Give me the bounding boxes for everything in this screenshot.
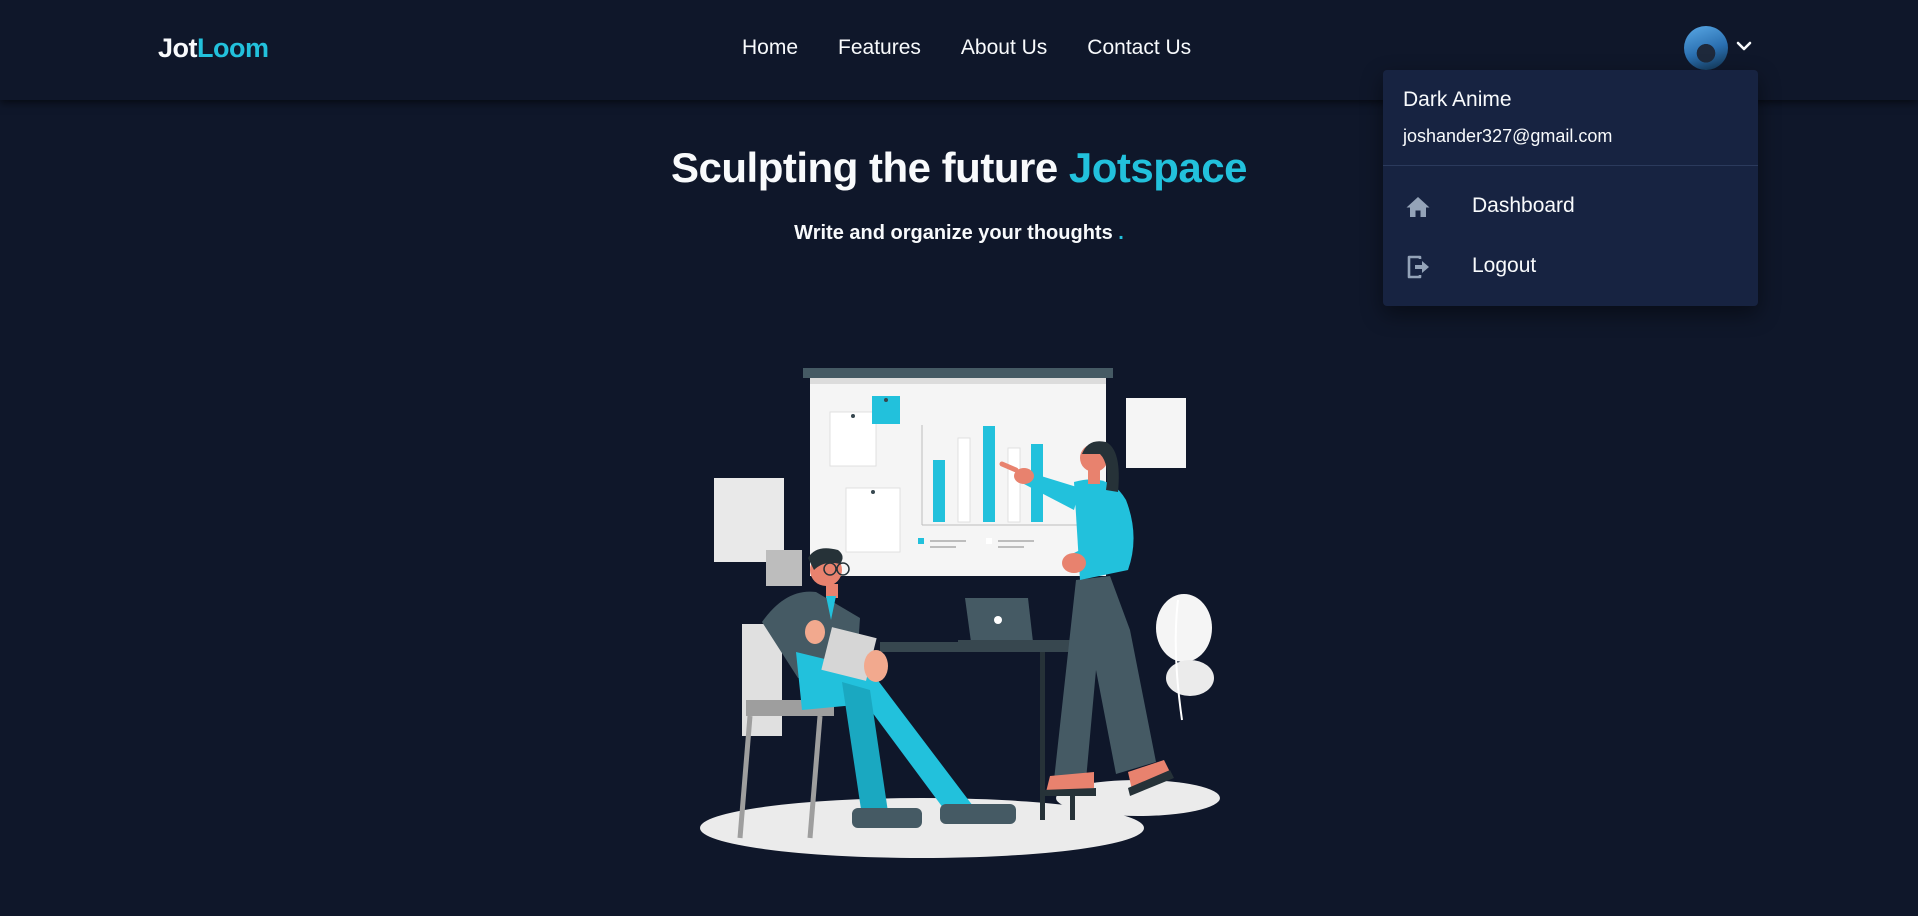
hero-title-main: Sculpting the future: [671, 144, 1058, 191]
brand-logo-part1: Jot: [158, 33, 198, 63]
user-name: Dark Anime: [1403, 88, 1512, 111]
brand-logo[interactable]: JotLoom: [158, 33, 269, 64]
menu-item-logout-label: Logout: [1472, 254, 1537, 277]
nav-link-home[interactable]: Home: [742, 36, 798, 60]
logout-icon: [1407, 255, 1429, 279]
menu-item-dashboard-label: Dashboard: [1472, 194, 1575, 217]
hero-illustration: [700, 368, 1220, 858]
dropdown-divider: [1383, 165, 1758, 166]
nav-link-contact-us[interactable]: Contact Us: [1087, 36, 1191, 60]
nav-link-about-us[interactable]: About Us: [961, 36, 1047, 60]
brand-logo-part2: Loom: [197, 33, 269, 63]
main-nav: Home Features About Us Contact Us: [742, 36, 1191, 60]
menu-item-logout[interactable]: Logout: [1383, 239, 1758, 293]
hero-subtitle-dot: .: [1118, 222, 1124, 244]
chevron-down-icon[interactable]: [1734, 36, 1754, 56]
user-avatar[interactable]: [1684, 26, 1728, 70]
menu-item-dashboard[interactable]: Dashboard: [1383, 179, 1758, 233]
user-email: joshander327@gmail.com: [1403, 126, 1613, 146]
nav-link-features[interactable]: Features: [838, 36, 921, 60]
hero-title-highlight: Jotspace: [1068, 144, 1248, 191]
user-dropdown-menu: Dark Anime joshander327@gmail.com Dashbo…: [1383, 70, 1758, 306]
home-icon: [1406, 197, 1430, 217]
hero-subtitle-text: Write and organize your thoughts: [794, 222, 1113, 244]
